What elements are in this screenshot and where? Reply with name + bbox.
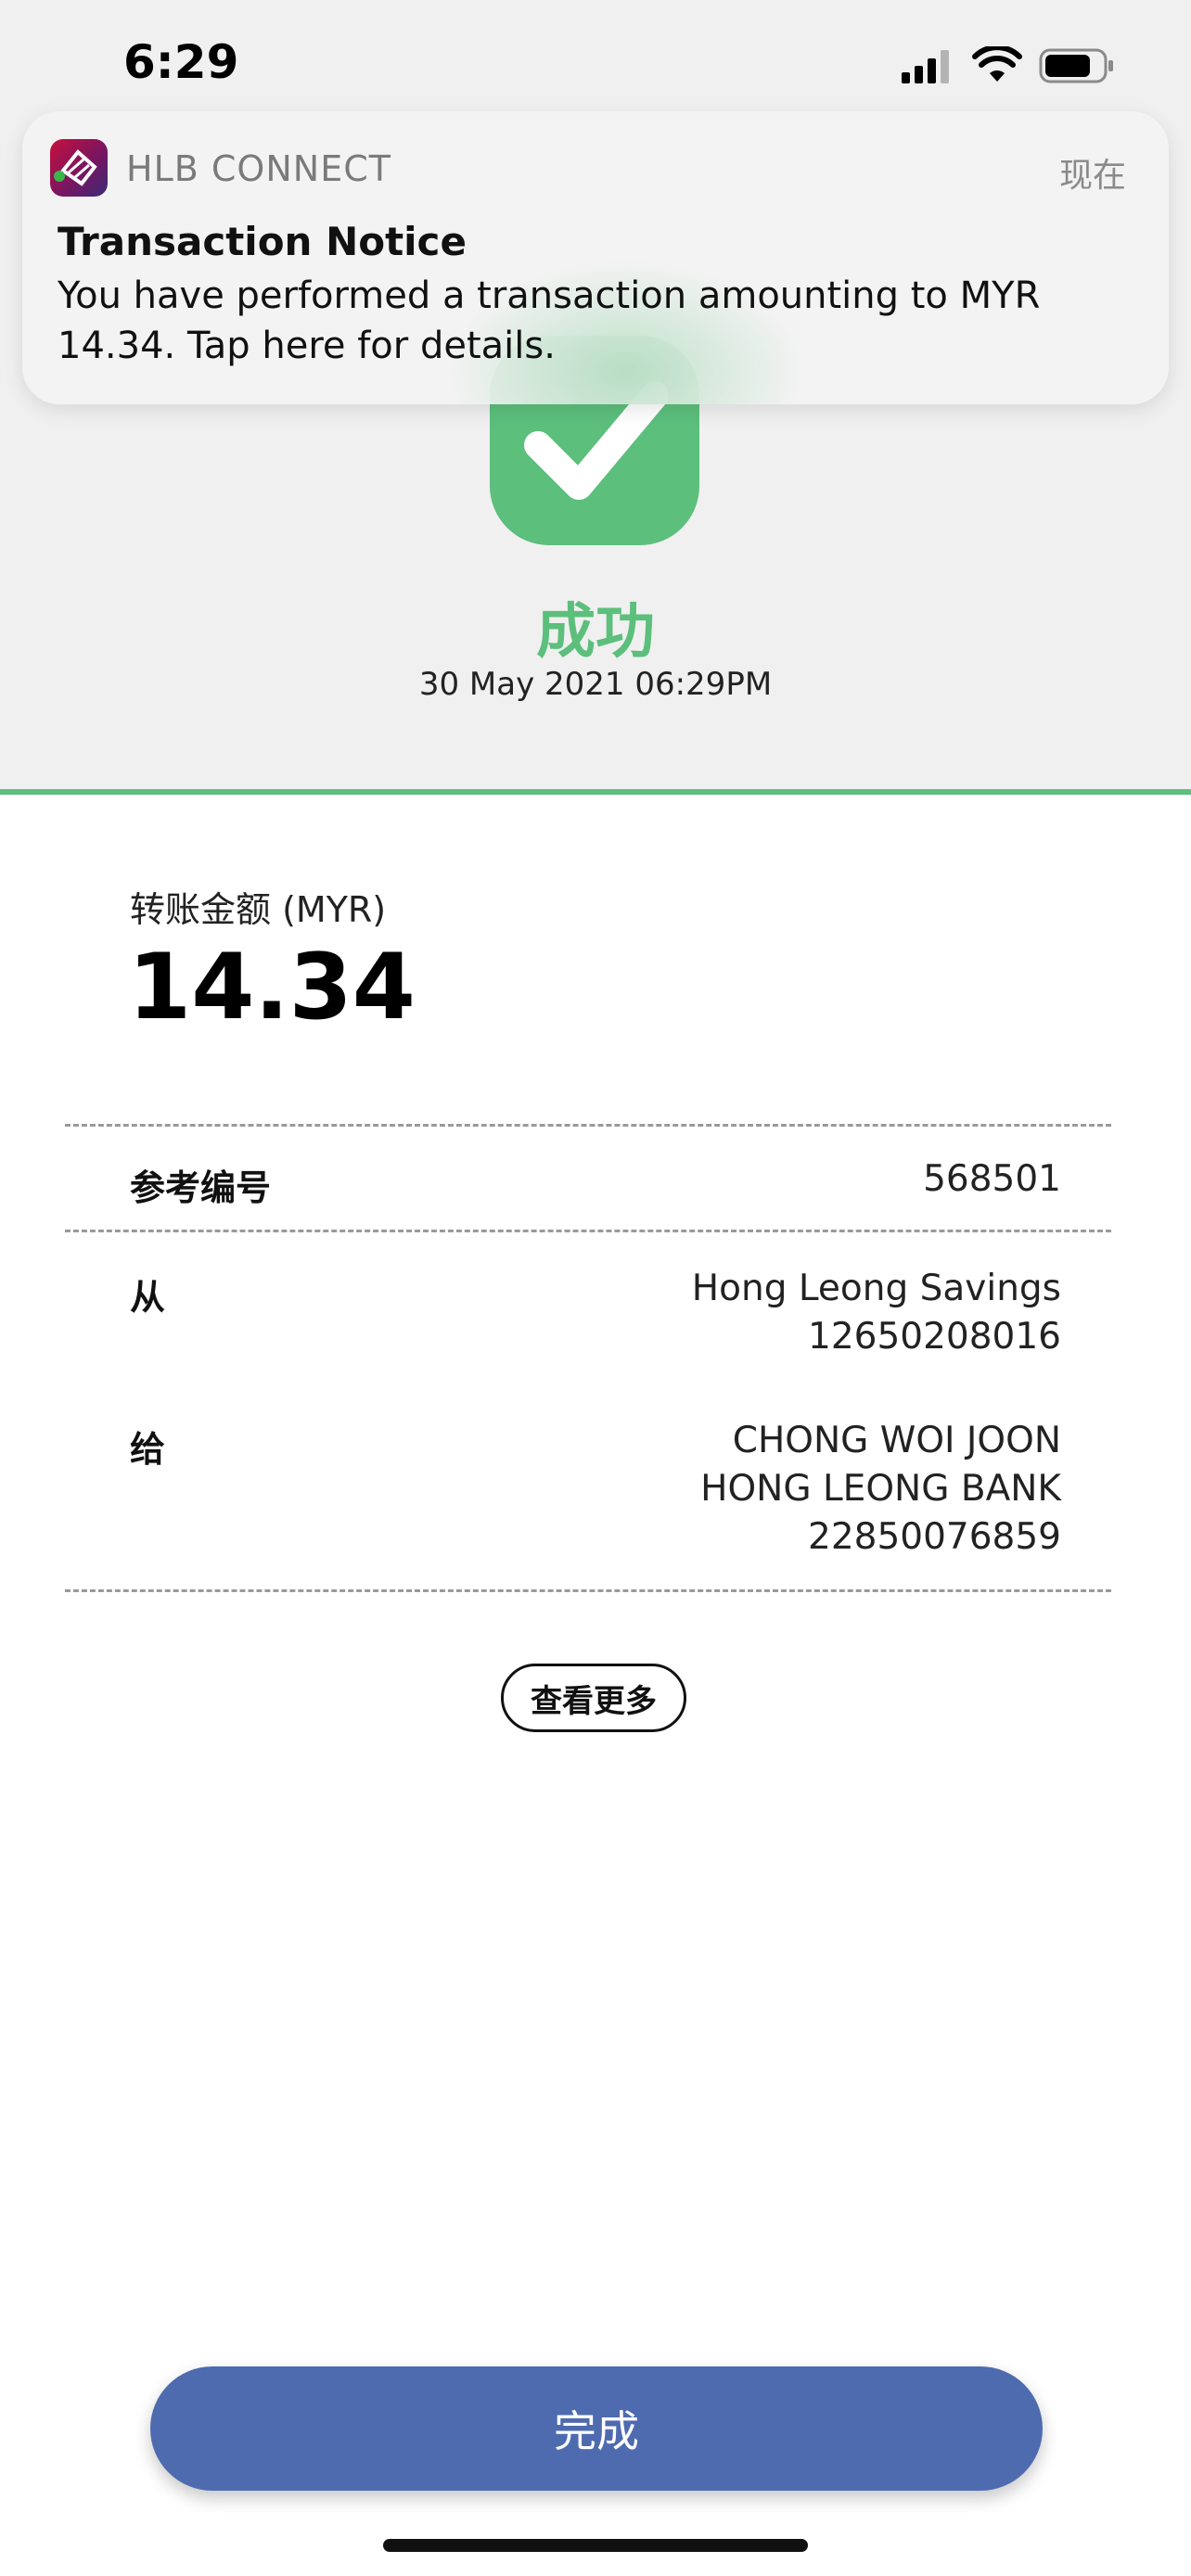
view-more-button[interactable]: 查看更多: [501, 1664, 686, 1732]
home-indicator[interactable]: [383, 2539, 808, 2552]
notification-title: Transaction Notice: [58, 219, 467, 264]
signal-icon: [902, 50, 949, 83]
to-recipient-name: CHONG WOI JOON: [732, 1420, 1061, 1461]
hlb-app-icon: [50, 139, 108, 197]
from-label: 从: [130, 1277, 166, 1318]
divider: [65, 1230, 1111, 1232]
amount-label: 转账金额 (MYR): [130, 889, 387, 930]
from-account: Hong Leong Savings 12650208016: [692, 1265, 1061, 1361]
reference-label: 参考编号: [130, 1167, 272, 1208]
notification-time: 现在: [1058, 157, 1126, 195]
battery-icon: [1039, 48, 1113, 83]
done-button[interactable]: 完成: [150, 2366, 1043, 2491]
to-bank-name: HONG LEONG BANK: [700, 1468, 1061, 1510]
wifi-icon: [972, 46, 1022, 82]
notification-app-name: HLB CONNECT: [126, 148, 391, 189]
from-account-number: 12650208016: [808, 1316, 1061, 1358]
to-account: CHONG WOI JOON HONG LEONG BANK 228500768…: [700, 1417, 1061, 1562]
to-label: 给: [130, 1429, 166, 1470]
divider: [65, 1589, 1111, 1592]
transaction-datetime: 30 May 2021 06:29PM: [418, 666, 773, 703]
from-bank-name: Hong Leong Savings: [691, 1268, 1061, 1309]
status-time: 6:29: [123, 35, 239, 89]
success-status: 成功: [536, 598, 655, 667]
header-divider: [0, 789, 1191, 795]
notification-body: You have performed a transaction amounti…: [58, 274, 1041, 367]
to-account-number: 22850076859: [808, 1516, 1061, 1558]
reference-value: 568501: [923, 1158, 1061, 1200]
divider: [65, 1124, 1111, 1127]
transaction-notification[interactable]: HLB CONNECT 现在 Transaction Notice You ha…: [22, 111, 1169, 404]
amount-value: 14.34: [128, 935, 416, 1040]
